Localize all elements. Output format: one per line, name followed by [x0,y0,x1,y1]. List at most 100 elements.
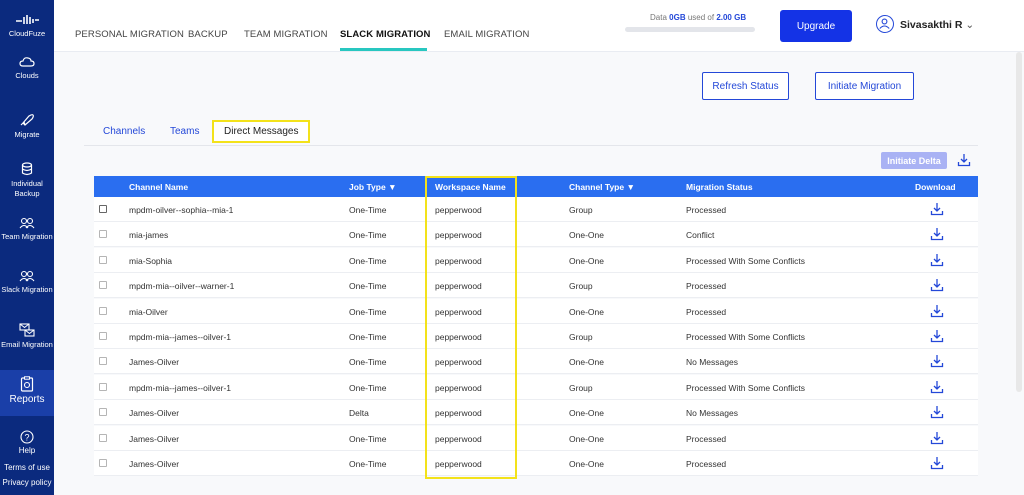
initiate-migration-button[interactable]: Initiate Migration [815,72,914,100]
download-icon[interactable] [930,405,944,419]
download-icon[interactable] [930,354,944,368]
row-checkbox[interactable] [99,357,107,366]
cell-workspace: pepperwood [435,332,482,342]
cell-ctype: One-One [569,408,604,419]
table-row: James-Oilver One-Time pepperwood One-One Pro… [94,425,978,451]
sidebar-item-label: Migrate [14,130,40,139]
row-checkbox[interactable] [99,332,107,340]
user-menu[interactable]: Sivasakthi R ⌄ [900,19,974,31]
filter-icon[interactable]: ▼ [626,182,634,192]
cell-ctype: Group [569,281,593,292]
row-checkbox[interactable] [99,281,107,290]
row-checkbox[interactable] [99,459,107,467]
row-checkbox[interactable] [99,255,107,264]
header-migration-status[interactable]: Migration Status [686,182,753,192]
row-checkbox[interactable] [99,306,107,315]
cell-workspace: pepperwood [435,281,482,292]
tab-email-migration[interactable]: EMAIL MIGRATION [444,29,529,40]
subtab-teams[interactable]: Teams [170,126,199,137]
table-row: mpdm-mia--oilver--warner-1 One-Time pepper… [94,273,978,299]
sidebar-item-migrate[interactable]: Migrate [0,113,54,140]
download-icon[interactable] [930,304,944,318]
sidebar-item-label: Team Migration [1,232,53,241]
cell-job: One-Time [349,332,387,342]
user-avatar-icon[interactable] [876,15,894,33]
download-icon[interactable] [930,202,944,216]
sidebar-item-team-migration[interactable]: Team Migration [0,217,54,242]
row-checkbox[interactable] [99,433,107,442]
cloudfuze-logo-icon [16,15,39,24]
table-row: James-Oilver Delta pepperwood One-One No Mes… [94,400,978,426]
cell-workspace: pepperwood [435,433,482,444]
table-header: Channel Name Job Type ▼ Workspace Name C… [94,176,978,197]
sidebar-item-email-migration[interactable]: Email Migration [0,323,54,350]
upgrade-button[interactable]: Upgrade [780,10,852,42]
cell-job: One-Time [349,433,387,444]
header-job-type-label: Job Type [349,182,386,192]
cell-status: Processed [686,459,727,469]
cell-job: One-Time [349,306,387,317]
row-checkbox[interactable] [99,382,107,391]
download-icon[interactable] [930,253,944,267]
row-checkbox[interactable] [99,205,107,213]
sidebar-item-clouds[interactable]: Clouds [0,56,54,81]
header-workspace-name[interactable]: Workspace Name [435,182,506,192]
download-icon[interactable] [930,431,944,445]
cell-channel: mpdm-mia--oilver--warner-1 [129,281,235,292]
header-download: Download [915,182,956,192]
tab-team-migration[interactable]: TEAM MIGRATION [244,29,328,40]
sidebar-item-reports[interactable]: Reports [0,370,54,416]
cell-status: Processed [686,281,727,292]
download-icon[interactable] [930,329,944,343]
storage-used: 0GB [669,13,686,22]
storage-prefix: Data [650,13,667,22]
subtab-direct-messages[interactable]: Direct Messages [212,120,311,143]
header-job-type[interactable]: Job Type ▼ [349,182,396,192]
privacy-link[interactable]: Privacy policy [0,478,54,487]
cell-ctype: Group [569,205,593,215]
table-row: mia-Sophia One-Time pepperwood One-One Proce… [94,247,978,273]
help-link[interactable]: ? Help [0,430,54,455]
download-icon[interactable] [930,456,944,470]
cell-status: No Messages [686,408,738,419]
user-name: Sivasakthi R [900,19,963,31]
storage-progress-bar [625,27,755,32]
initiate-delta-button[interactable]: Initiate Delta [881,152,947,169]
cell-job: One-Time [349,459,387,469]
refresh-status-button[interactable]: Refresh Status [702,72,789,100]
page-scrollbar[interactable] [1016,52,1022,392]
download-icon[interactable] [930,278,944,292]
cell-job: Delta [349,408,369,419]
cloudfuze-logo[interactable]: CloudFuze [0,12,54,39]
subtab-channels[interactable]: Channels [103,126,145,137]
cell-channel: mia-Sophia [129,255,172,266]
terms-link[interactable]: Terms of use [0,463,54,472]
team-icon [19,217,35,229]
row-checkbox[interactable] [99,408,107,417]
table-row: mia-Oilver One-Time pepperwood One-One Proce… [94,298,978,324]
cell-job: One-Time [349,382,387,393]
cell-ctype: Group [569,382,593,393]
cloud-icon [19,57,35,67]
tab-slack-migration[interactable]: SLACK MIGRATION [340,29,431,40]
download-icon[interactable] [930,227,944,241]
help-label: Help [18,446,36,455]
header-channel-type[interactable]: Channel Type ▼ [569,182,635,192]
row-checkbox[interactable] [99,230,107,239]
download-all-icon[interactable] [957,153,971,167]
sidebar-item-slack-migration[interactable]: Slack Migration [0,270,54,295]
cell-channel: mia-james [129,230,169,241]
cell-channel: James-Oilver [129,408,180,419]
header-channel-name[interactable]: Channel Name [129,182,188,192]
filter-icon[interactable]: ▼ [388,182,396,192]
table-row: mpdm-mia--james--oilver-1 One-Time pepperw… [94,374,978,400]
table-row: James-Oilver One-Time pepperwood One-One No … [94,349,978,375]
tab-backup[interactable]: BACKUP [188,29,228,40]
sidebar-item-individual-backup[interactable]: Individual Backup [0,162,54,199]
cell-ctype: One-One [569,357,604,368]
tab-personal-migration[interactable]: PERSONAL MIGRATION [75,29,184,40]
download-icon[interactable] [930,380,944,394]
cell-workspace: pepperwood [435,230,482,241]
cell-ctype: One-One [569,255,604,266]
subtab-divider [84,145,978,146]
